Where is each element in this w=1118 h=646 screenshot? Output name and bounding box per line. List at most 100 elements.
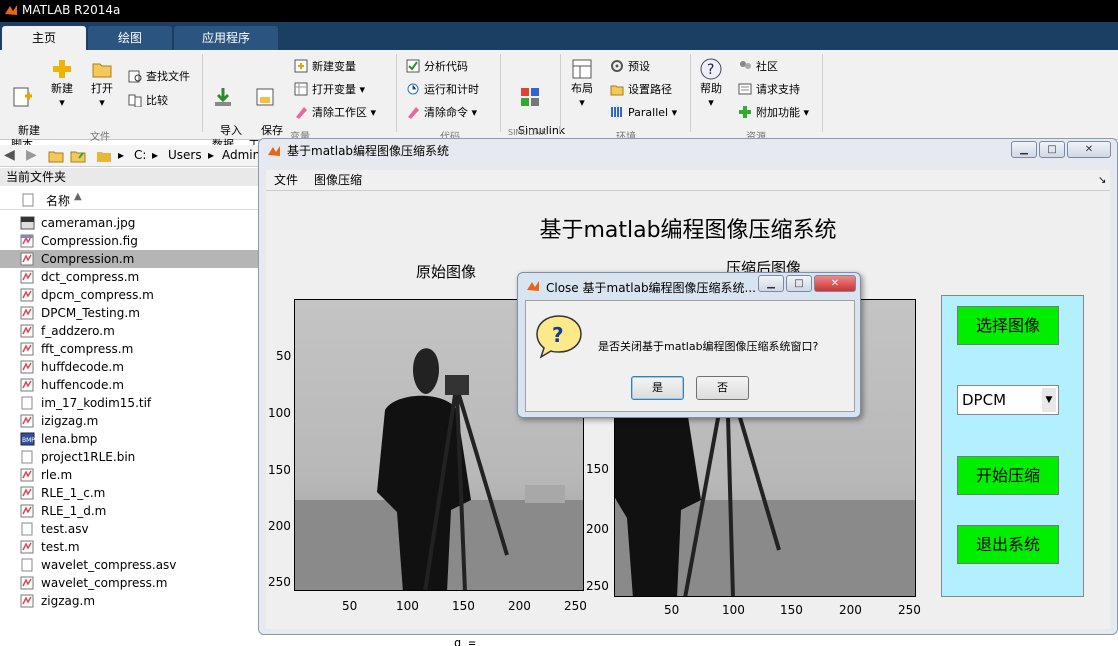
file-name: Compression.fig xyxy=(41,234,138,248)
x-tick-label: 250 xyxy=(564,599,587,613)
simulink-icon xyxy=(521,88,539,106)
open-variable-label: 打开变量 xyxy=(312,83,356,96)
folder-open-icon xyxy=(92,63,112,78)
no-button[interactable]: 否 xyxy=(696,376,749,400)
maximize-button[interactable]: □ xyxy=(1039,141,1065,158)
new-variable-button[interactable]: 新建变量 xyxy=(294,58,356,76)
find-files-button[interactable]: 查找文件 xyxy=(128,68,190,86)
open-variable-button[interactable]: 打开变量 ▾ xyxy=(294,81,365,99)
path-segment[interactable]: Users xyxy=(168,148,202,162)
bmp-file-icon: BMP xyxy=(20,432,35,446)
file-name: test.m xyxy=(41,540,80,554)
tab-plots[interactable]: 绘图 xyxy=(88,26,172,50)
file-row[interactable]: zigzag.m xyxy=(0,592,262,610)
forward-arrow-icon[interactable]: ▶ xyxy=(26,147,37,163)
file-row[interactable]: huffdecode.m xyxy=(0,358,262,376)
analyze-code-button[interactable]: 分析代码 xyxy=(406,58,468,76)
file-row[interactable]: wavelet_compress.asv xyxy=(0,556,262,574)
close-button[interactable]: ✕ xyxy=(1067,141,1111,158)
file-row[interactable]: izigzag.m xyxy=(0,412,262,430)
start-compression-button[interactable]: 开始压缩 xyxy=(957,456,1059,495)
m-file-icon xyxy=(20,270,34,284)
file-row[interactable]: im_17_kodim15.tif xyxy=(0,394,262,412)
compare-button[interactable]: 比较 xyxy=(128,92,168,110)
request-support-button[interactable]: 请求支持 xyxy=(738,81,800,99)
m-file-icon xyxy=(20,306,34,320)
community-button[interactable]: 社区 xyxy=(738,58,778,76)
addons-button[interactable]: 附加功能 ▾ xyxy=(738,104,809,122)
open-button[interactable]: 打开 ▾ xyxy=(86,58,118,110)
x-tick-label: 150 xyxy=(452,599,475,613)
file-name: cameraman.jpg xyxy=(41,216,136,230)
tab-apps[interactable]: 应用程序 xyxy=(174,26,278,50)
up-folder-icon[interactable] xyxy=(48,149,64,163)
browse-folder-icon[interactable] xyxy=(70,149,86,163)
file-row[interactable]: huffencode.m xyxy=(0,376,262,394)
yes-button[interactable]: 是 xyxy=(631,376,684,400)
matlab-title-bar: MATLAB R2014a xyxy=(0,0,1118,22)
dialog-minimize-button[interactable]: ▁ xyxy=(758,275,784,292)
dialog-close-button[interactable]: ✕ xyxy=(814,275,856,292)
compare-label: 比较 xyxy=(146,94,168,107)
ribbon-separator xyxy=(396,54,397,132)
menu-image-compression[interactable]: 图像压缩 xyxy=(314,170,362,191)
file-row[interactable]: f_addzero.m xyxy=(0,322,262,340)
matlab-logo-icon xyxy=(5,5,17,15)
parallel-button[interactable]: Parallel ▾ xyxy=(610,104,677,122)
file-row[interactable]: cameraman.jpg xyxy=(0,214,262,232)
request-support-icon xyxy=(738,83,752,95)
x-tick-label: 250 xyxy=(898,603,921,617)
new-button[interactable]: 新建 ▾ xyxy=(46,58,78,110)
clear-commands-button[interactable]: 清除命令 ▾ xyxy=(406,104,477,122)
figure-heading: 基于matlab编程图像压缩系统 xyxy=(539,218,837,243)
select-image-button[interactable]: 选择图像 xyxy=(957,306,1059,345)
file-row[interactable]: fft_compress.m xyxy=(0,340,262,358)
new-variable-label: 新建变量 xyxy=(312,60,356,73)
menu-dock-icon[interactable]: ↘ xyxy=(1098,170,1106,191)
set-path-icon xyxy=(610,85,624,96)
minimize-button[interactable]: ▁ xyxy=(1011,141,1037,158)
new-plus-icon xyxy=(53,60,71,78)
find-files-icon xyxy=(128,70,142,83)
open-dropdown-icon: ▾ xyxy=(99,96,105,109)
back-arrow-icon[interactable]: ◀ xyxy=(4,147,15,163)
layout-button[interactable]: 布局 ▾ xyxy=(566,58,598,110)
matlab-logo-icon xyxy=(268,146,280,156)
path-segment[interactable]: Admin xyxy=(222,148,260,162)
name-column-header[interactable]: 名称 xyxy=(46,192,70,209)
community-label: 社区 xyxy=(756,60,778,73)
path-segment[interactable]: C: xyxy=(134,148,146,162)
menu-file[interactable]: 文件 xyxy=(274,170,298,191)
y-tick-label: 200 xyxy=(586,522,609,536)
preferences-button[interactable]: 预设 xyxy=(610,58,650,76)
file-row[interactable]: dpcm_compress.m xyxy=(0,286,262,304)
chevron-down-icon[interactable]: ▼ xyxy=(1042,388,1056,412)
blank-file-icon xyxy=(21,450,33,464)
tab-home[interactable]: 主页 xyxy=(2,26,86,50)
file-row[interactable]: test.asv xyxy=(0,520,262,538)
clear-commands-icon xyxy=(408,107,419,119)
file-row[interactable]: Compression.m xyxy=(0,250,262,268)
file-name: test.asv xyxy=(41,522,89,536)
exit-system-button[interactable]: 退出系统 xyxy=(957,525,1059,564)
help-dropdown-icon: ▾ xyxy=(708,96,714,109)
file-row[interactable]: BMP lena.bmp xyxy=(0,430,262,448)
run-and-time-button[interactable]: 运行和计时 xyxy=(406,81,479,99)
file-name: f_addzero.m xyxy=(41,324,115,338)
file-row[interactable]: rle.m xyxy=(0,466,262,484)
compression-method-select[interactable]: DPCM ▼ xyxy=(957,385,1059,415)
set-path-button[interactable]: 设置路径 xyxy=(610,81,672,99)
file-row[interactable]: wavelet_compress.m xyxy=(0,574,262,592)
file-row[interactable]: Compression.fig xyxy=(0,232,262,250)
file-row[interactable]: test.m xyxy=(0,538,262,556)
file-row[interactable]: dct_compress.m xyxy=(0,268,262,286)
dialog-maximize-button[interactable]: □ xyxy=(786,275,812,292)
clear-workspace-button[interactable]: 清除工作区 ▾ xyxy=(294,104,376,122)
file-row[interactable]: project1RLE.bin xyxy=(0,448,262,466)
help-button[interactable]: ? 帮助 ▾ xyxy=(696,58,726,110)
file-row[interactable]: RLE_1_c.m xyxy=(0,484,262,502)
file-list-header[interactable]: 名称 ▲ xyxy=(0,190,262,210)
file-row[interactable]: RLE_1_d.m xyxy=(0,502,262,520)
file-row[interactable]: DPCM_Testing.m xyxy=(0,304,262,322)
compare-icon xyxy=(128,94,142,107)
